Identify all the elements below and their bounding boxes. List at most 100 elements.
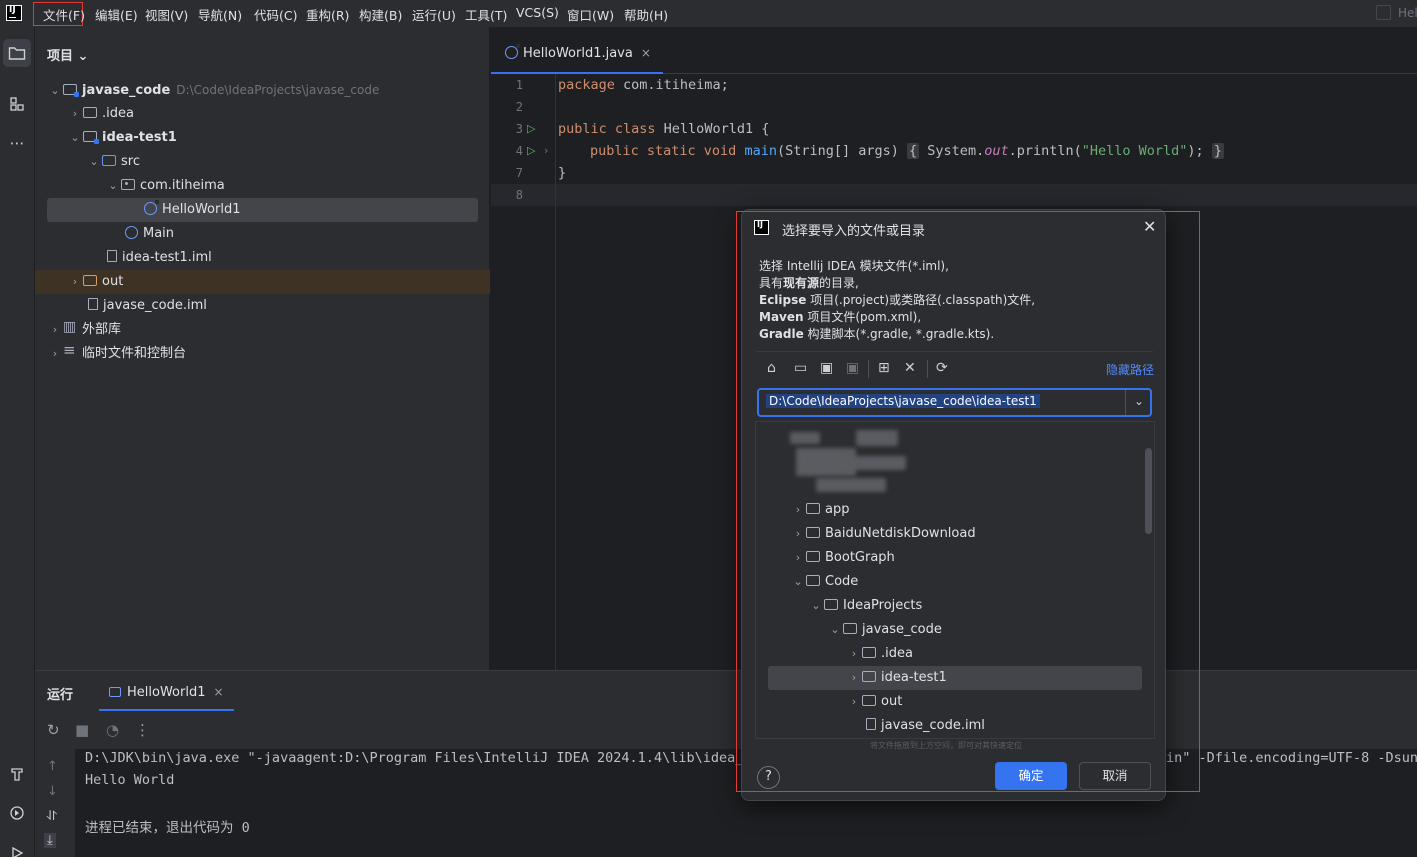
menu-view[interactable]: 视图(V) (145, 5, 188, 24)
tree-item-src[interactable]: ⌄ src (86, 150, 140, 174)
scroll-down-icon[interactable]: ↓ (47, 784, 58, 799)
tree-item-package[interactable]: ⌄ com.itiheima (105, 174, 224, 198)
scroll-to-end-icon[interactable]: ⤓ (44, 833, 56, 848)
hide-path-link[interactable]: 隐藏路径 (1106, 361, 1154, 378)
home-icon[interactable]: ⌂ (767, 360, 776, 376)
attach-debugger-icon[interactable]: ◔ (106, 721, 119, 739)
menu-edit[interactable]: 编辑(E) (95, 5, 138, 24)
help-button[interactable]: ? (757, 766, 780, 789)
menu-window[interactable]: 窗口(W) (567, 5, 614, 24)
project-panel: 项目 ⌄ ⌄ javase_code D:\Code\IdeaProjects\ja… (35, 27, 490, 670)
intellij-logo-icon[interactable]: IJ (6, 5, 22, 21)
desktop-icon[interactable]: ▭ (794, 360, 807, 376)
menu-run[interactable]: 运行(U) (412, 5, 456, 24)
menu-navigate[interactable]: 导航(N) (198, 5, 242, 24)
chevron-down-icon[interactable]: ⌄ (86, 150, 102, 174)
new-folder-icon[interactable]: ⊞ (878, 360, 890, 376)
chevron-down-icon[interactable]: ⌄ (827, 618, 843, 642)
tree-item-idea-test1-iml[interactable]: idea-test1.iml (107, 246, 212, 270)
path-input[interactable]: D:\Code\IdeaProjects\javase_code\idea-te… (757, 388, 1152, 417)
ok-button[interactable]: 确定 (995, 762, 1067, 790)
run-gutter-play-icon[interactable]: ▷ (527, 144, 535, 157)
module-folder-icon[interactable]: ▣ (846, 360, 859, 376)
tree-item-idea-test1[interactable]: ⌄ idea-test1 (67, 126, 176, 150)
chevron-right-icon[interactable]: › (846, 690, 862, 714)
structure-tool-icon[interactable] (3, 90, 31, 118)
tree-item-main[interactable]: Main (125, 222, 174, 246)
tree-item-javase-code[interactable]: ⌄ javase_code D:\Code\IdeaProjects\javase_… (47, 78, 379, 102)
project-tool-folder-icon[interactable] (3, 39, 31, 67)
services-icon[interactable] (3, 799, 31, 827)
tree-item-idea-test1[interactable]: › idea-test1 (846, 666, 947, 690)
chevron-down-icon[interactable]: ⌄ (790, 570, 806, 594)
scrollbar-thumb[interactable] (1145, 448, 1152, 534)
label-text: com.itiheima; (614, 77, 729, 93)
tree-item-external-libraries[interactable]: › 外部库 (47, 315, 121, 342)
menu-build[interactable]: 构建(B) (359, 5, 402, 24)
label-text: Code (825, 574, 859, 589)
tree-item-idea[interactable]: › .idea (67, 102, 134, 126)
tree-item-javase-code-iml[interactable]: javase_code.iml (88, 294, 207, 318)
chevron-right-icon[interactable]: › (846, 642, 862, 666)
close-icon[interactable]: ✕ (1143, 217, 1156, 236)
tree-item-helloworld1[interactable]: HelloWorld1 (144, 198, 240, 222)
label-text: 现有源 (783, 276, 820, 290)
chevron-down-icon[interactable]: ⌄ (808, 594, 824, 618)
menu-code[interactable]: 代码(C) (254, 5, 297, 24)
project-panel-title[interactable]: 项目 ⌄ (47, 45, 88, 64)
tree-item-bootgraph[interactable]: › BootGraph (790, 546, 895, 570)
chevron-right-icon[interactable]: › (47, 318, 63, 342)
chevron-down-icon[interactable]: ⌄ (1134, 394, 1144, 408)
tree-item-idea[interactable]: › .idea (846, 642, 913, 666)
stop-icon[interactable]: ■ (75, 721, 89, 739)
close-icon[interactable]: × (213, 685, 223, 699)
tree-item-out[interactable]: › out (67, 270, 124, 294)
more-tools-ellipsis-icon[interactable]: ⋯ (3, 129, 31, 157)
scroll-up-icon[interactable]: ↑ (47, 759, 58, 774)
run-tool-icon[interactable] (3, 839, 31, 857)
import-dialog: IJ 选择要导入的文件或目录 ✕ 选择 Intellij IDEA 模块文件(*… (741, 209, 1166, 801)
menu-file[interactable]: 文件(F) (43, 5, 85, 24)
chevron-down-icon[interactable]: ⌄ (47, 79, 63, 103)
chevron-right-icon[interactable]: › (846, 666, 862, 690)
menu-help[interactable]: 帮助(H) (624, 5, 668, 24)
run-gutter-play-icon[interactable]: ▷ (527, 122, 535, 135)
rerun-icon[interactable]: ↻ (47, 721, 60, 739)
module-folder-icon (83, 131, 99, 144)
chevron-right-icon[interactable]: › (47, 342, 63, 366)
dialog-description-line: Gradle 构建脚本(*.gradle, *.gradle.kts). (759, 325, 994, 342)
menu-vcs[interactable]: VCS(S) (516, 5, 559, 20)
tree-item-app[interactable]: › app (790, 498, 850, 522)
editor-tab-helloworld1[interactable]: HelloWorld1.java × (491, 39, 663, 74)
tree-item-javase-code-iml[interactable]: javase_code.iml (866, 714, 985, 738)
project-widget-icon[interactable] (1376, 5, 1391, 20)
tree-item-code[interactable]: ⌄ Code (790, 570, 858, 594)
chevron-down-icon[interactable]: ⌄ (67, 126, 83, 150)
tree-item-ideaprojects[interactable]: ⌄ IdeaProjects (808, 594, 922, 618)
tree-item-out[interactable]: › out (846, 690, 903, 714)
tree-item-scratches[interactable]: › 临时文件和控制台 (47, 338, 186, 366)
close-icon[interactable]: × (641, 46, 651, 60)
chevron-right-icon[interactable]: › (790, 498, 806, 522)
fold-chevron-icon[interactable]: › (544, 144, 548, 157)
chevron-right-icon[interactable]: › (67, 102, 83, 126)
refresh-icon[interactable]: ⟳ (936, 360, 948, 376)
menu-tools[interactable]: 工具(T) (465, 5, 507, 24)
project-folder-icon[interactable]: ▣ (820, 360, 833, 376)
tree-item-baidu[interactable]: › BaiduNetdiskDownload (790, 522, 976, 546)
more-options-icon[interactable]: ⋮ (135, 721, 150, 739)
menu-refactor[interactable]: 重构(R) (306, 5, 349, 24)
delete-icon[interactable]: ✕ (904, 360, 916, 376)
dialog-separator (756, 351, 1153, 352)
run-tab-helloworld1[interactable]: HelloWorld1 × (99, 679, 234, 711)
dialog-title: 选择要导入的文件或目录 (782, 224, 926, 239)
tree-item-javase-code[interactable]: ⌄ javase_code (827, 618, 941, 642)
chevron-right-icon[interactable]: › (790, 546, 806, 570)
chevron-right-icon[interactable]: › (790, 522, 806, 546)
file-chooser-tree[interactable]: › app › BaiduNetdiskDownload › BootGraph ⌄ C… (755, 421, 1155, 739)
chevron-down-icon[interactable]: ⌄ (105, 174, 121, 198)
chevron-right-icon[interactable]: › (67, 270, 83, 294)
cancel-button[interactable]: 取消 (1079, 762, 1151, 790)
soft-wrap-icon[interactable]: ⥯ (47, 809, 57, 824)
build-hammer-icon[interactable] (3, 760, 31, 788)
